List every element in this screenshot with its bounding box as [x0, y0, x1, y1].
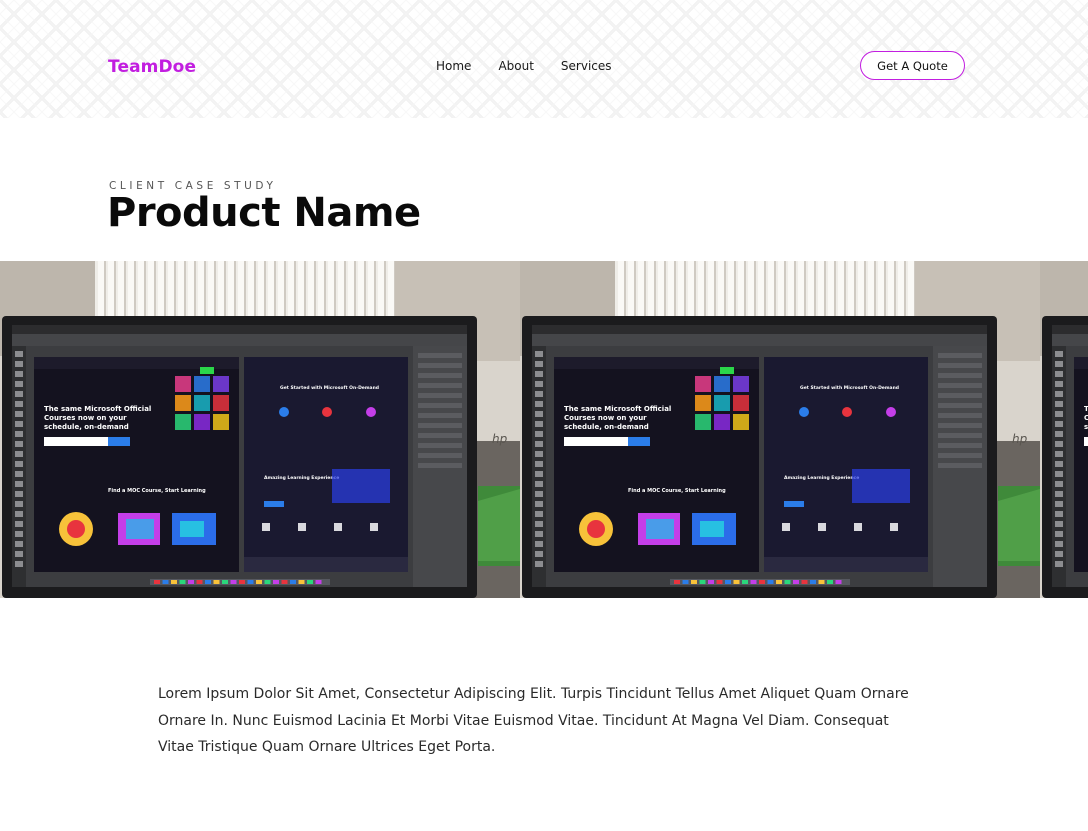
- svg-text:The same Microsoft Official: The same Microsoft Official: [44, 405, 151, 413]
- svg-text:Amazing Learning Experience: Amazing Learning Experience: [264, 475, 339, 481]
- image-gallery: The same Microsoft Official Courses now o…: [0, 261, 1088, 598]
- svg-text:Get Started with Microsoft On-: Get Started with Microsoft On-Demand: [800, 385, 899, 391]
- page-title: Product Name: [107, 190, 421, 236]
- svg-text:Courses now on your: Courses now on your: [564, 414, 647, 422]
- gallery-image[interactable]: The same Microsoft OfficialCourses now o…: [0, 261, 520, 598]
- case-study-description: Lorem Ipsum Dolor Sit Amet, Consectetur …: [158, 686, 909, 755]
- svg-text:schedule, on-demand: schedule, on-demand: [1084, 423, 1088, 431]
- site-header: TeamDoe Home About Services Get A Quote: [0, 0, 1088, 118]
- main-nav: Home About Services: [436, 59, 612, 73]
- nav-home-link[interactable]: Home: [436, 59, 471, 73]
- svg-text:Find a MOC Course, Start Learn: Find a MOC Course, Start Learning: [108, 488, 206, 494]
- nav-services-link[interactable]: Services: [561, 59, 612, 73]
- svg-text:Courses now on your: Courses now on your: [1084, 414, 1088, 422]
- svg-text:Courses now on your: Courses now on your: [44, 414, 127, 422]
- brand-logo[interactable]: TeamDoe: [108, 57, 196, 77]
- monitor-photo: The same Microsoft OfficialCourses now o…: [0, 261, 520, 598]
- monitor-photo: The same Microsoft OfficialCourses now o…: [1040, 261, 1088, 598]
- gallery-image[interactable]: The same Microsoft OfficialCourses now o…: [520, 261, 1040, 598]
- gallery-image[interactable]: The same Microsoft OfficialCourses now o…: [1040, 261, 1088, 598]
- get-a-quote-button[interactable]: Get A Quote: [860, 51, 965, 80]
- svg-text:Amazing Learning Experience: Amazing Learning Experience: [784, 475, 859, 481]
- monitor-photo: The same Microsoft OfficialCourses now o…: [520, 261, 1040, 598]
- svg-text:hp: hp: [492, 432, 508, 446]
- svg-text:schedule, on-demand: schedule, on-demand: [44, 423, 129, 431]
- svg-text:The same Microsoft Official: The same Microsoft Official: [1084, 405, 1088, 413]
- svg-text:Find a MOC Course, Start Learn: Find a MOC Course, Start Learning: [628, 488, 726, 494]
- nav-about-link[interactable]: About: [498, 59, 533, 73]
- svg-text:schedule, on-demand: schedule, on-demand: [564, 423, 649, 431]
- svg-text:Get Started with Microsoft On-: Get Started with Microsoft On-Demand: [280, 385, 379, 391]
- svg-text:The same Microsoft Official: The same Microsoft Official: [564, 405, 671, 413]
- svg-text:hp: hp: [1012, 432, 1028, 446]
